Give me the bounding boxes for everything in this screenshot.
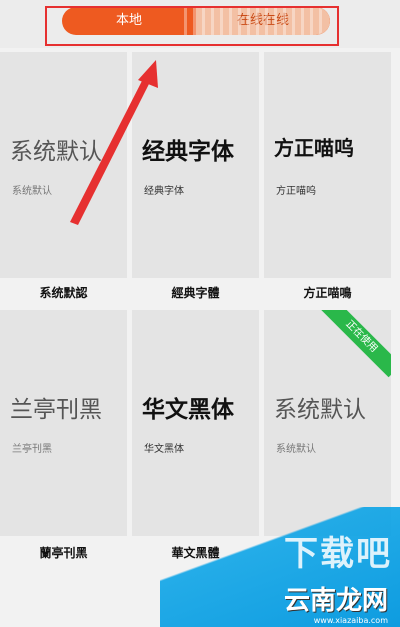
font-card-system-default-active[interactable]: 正在使用 系统默认 系统默认	[264, 310, 391, 536]
font-preview: 兰亭刊黑	[10, 397, 102, 423]
font-name: 方正喵鳴	[303, 286, 352, 300]
annotation-highlight-box	[45, 6, 339, 46]
top-bar: 本地 在线在线	[0, 0, 400, 48]
font-caption: 方正喵呜	[276, 186, 316, 197]
font-preview: 经典字体	[142, 139, 234, 165]
font-caption: 系统默认	[12, 186, 52, 197]
font-preview: 华文黑体	[142, 397, 234, 423]
font-name: 系统默認	[39, 286, 88, 300]
font-name: 經典字體	[171, 286, 220, 300]
watermark-text: 云南龙网	[283, 586, 388, 616]
font-preview: 系统默认	[274, 397, 366, 423]
watermark-overlay-text: 下载吧	[284, 534, 392, 574]
watermark-url: www.xiazaiba.com	[313, 616, 388, 625]
font-card-lanting[interactable]: 兰亭刊黑 兰亭刊黑	[0, 310, 127, 536]
font-caption: 华文黑体	[144, 444, 184, 455]
watermark: 下载吧 云南龙网 www.xiazaiba.com	[160, 507, 400, 627]
font-preview: 方正喵呜	[274, 136, 354, 160]
font-caption: 系统默认	[276, 444, 316, 455]
font-card-huawen[interactable]: 华文黑体 华文黑体	[132, 310, 259, 536]
font-preview: 系统默认	[10, 139, 102, 165]
font-caption: 兰亭刊黑	[12, 444, 52, 455]
font-name: 蘭亭刊黑	[39, 546, 88, 560]
in-use-badge: 正在使用	[320, 310, 391, 378]
font-card-system-default[interactable]: 系统默认 系统默认	[0, 52, 127, 278]
font-card-classic[interactable]: 经典字体 经典字体	[132, 52, 259, 278]
font-card-fangzheng[interactable]: 方正喵呜 方正喵呜	[264, 52, 391, 278]
font-caption: 经典字体	[144, 186, 184, 197]
